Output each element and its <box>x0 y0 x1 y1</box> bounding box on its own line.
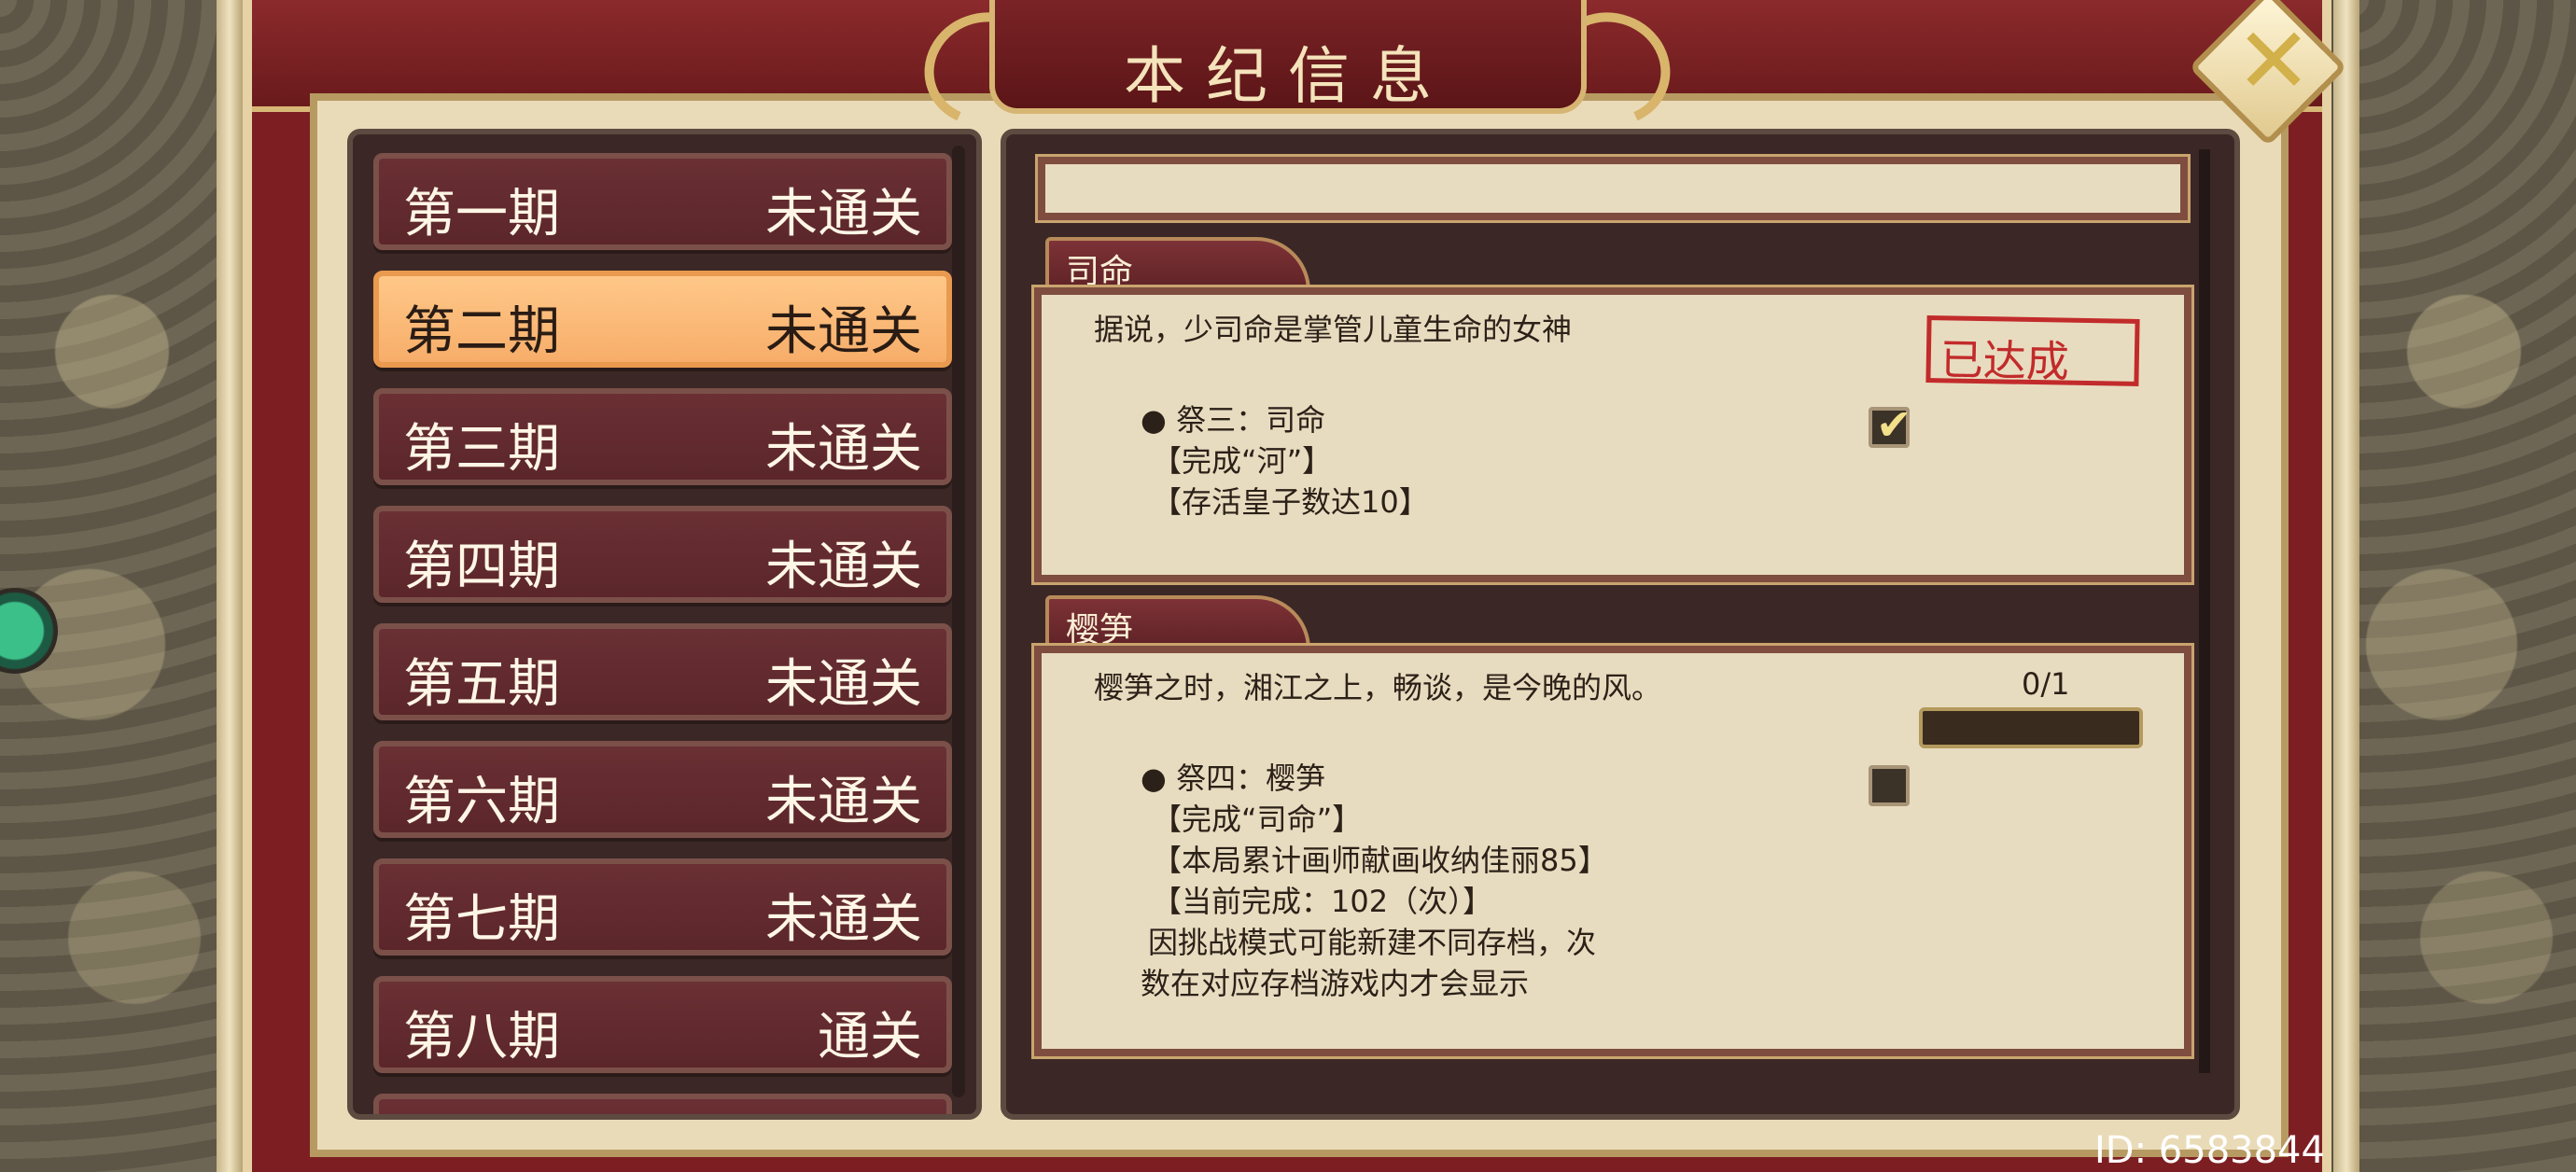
requirement-line: 【完成“河”】 <box>1152 443 1333 479</box>
period-name: 第四期 <box>403 537 560 597</box>
stamp-text: 已达成 <box>1939 334 2070 387</box>
requirement-line: 【存活皇子数达10】 <box>1152 484 1429 520</box>
period-status: 未通关 <box>765 772 922 832</box>
period-item-8[interactable]: 第八期 通关 <box>373 976 952 1073</box>
period-item-7[interactable]: 第七期 未通关 <box>373 858 952 956</box>
section-description: 据说，少司命是掌管儿童生命的女神 <box>1094 312 1573 347</box>
period-name: 第五期 <box>403 654 560 715</box>
period-list[interactable]: 第一期 未通关 第二期 未通关 第三期 未通关 第四期 未通关 第五期 未通关 … <box>347 129 982 1120</box>
requirement-checkbox-checked[interactable]: ✔ <box>1869 399 1912 450</box>
section-title: 司命 <box>1066 253 1134 291</box>
period-item-4[interactable]: 第四期 未通关 <box>373 506 952 603</box>
period-status: 未通关 <box>765 889 922 950</box>
user-id: ID: 6583844 <box>2094 1129 2325 1172</box>
dragon-backdrop-right <box>2352 0 2576 1172</box>
requirement-line: ● 祭三：司命 <box>1141 402 1326 438</box>
previous-section-card <box>1035 154 2191 223</box>
period-item-6[interactable]: 第六期 未通关 <box>373 741 952 838</box>
content-scrollbar[interactable] <box>2199 149 2210 1073</box>
dragon-backdrop-left <box>0 0 224 1172</box>
requirement-line: 【本局累计画师献画收纳佳丽85】 <box>1152 843 1608 878</box>
section-title: 樱笋 <box>1066 611 1134 649</box>
progress-bar <box>1919 707 2143 748</box>
period-name: 第七期 <box>403 889 560 950</box>
completed-stamp: 已达成 <box>1925 315 2140 387</box>
period-name: 第八期 <box>403 1007 560 1067</box>
period-item-9-partial[interactable] <box>373 1094 952 1114</box>
period-status: 未通关 <box>765 654 922 715</box>
period-status: 未通关 <box>765 301 922 362</box>
section-description: 樱笋之时，湘江之上，畅谈，是今晚的风。 <box>1094 670 1662 705</box>
period-status: 未通关 <box>765 537 922 597</box>
period-item-3[interactable]: 第三期 未通关 <box>373 388 952 485</box>
period-status: 通关 <box>818 1007 922 1067</box>
requirement-note: 因挑战模式可能新建不同存档，次 <box>1148 925 1597 960</box>
period-item-5[interactable]: 第五期 未通关 <box>373 623 952 720</box>
check-icon: ✔ <box>1876 399 1912 450</box>
section-tab-siming: 司命 <box>1045 237 1310 291</box>
right-border-edge <box>2333 0 2359 1172</box>
requirement-note: 数在对应存档游戏内才会显示 <box>1141 966 1530 1001</box>
section-tab-yingsun: 樱笋 <box>1045 595 1310 649</box>
close-x-icon[interactable]: ✕ <box>2227 15 2320 108</box>
period-name: 第一期 <box>403 184 560 244</box>
period-status: 未通关 <box>765 419 922 480</box>
window-title: 本纪信息 <box>1124 40 1452 112</box>
requirement-checkbox-unchecked[interactable] <box>1869 765 1910 806</box>
period-item-2[interactable]: 第二期 未通关 <box>373 271 952 368</box>
period-status: 未通关 <box>765 184 922 244</box>
requirement-line: ● 祭四：樱笋 <box>1141 760 1326 796</box>
period-item-1[interactable]: 第一期 未通关 <box>373 153 952 250</box>
period-name: 第六期 <box>403 772 560 832</box>
progress-text: 0/1 <box>2022 666 2070 702</box>
left-border-edge <box>217 0 243 1172</box>
title-plate: 本纪信息 <box>989 0 1587 114</box>
requirement-line: 【当前完成：102（次）】 <box>1152 884 1493 919</box>
period-name: 第三期 <box>403 419 560 480</box>
requirement-line: 【完成“司命”】 <box>1152 802 1363 837</box>
period-list-scrollbar[interactable] <box>952 146 965 1097</box>
period-name: 第二期 <box>403 301 560 362</box>
